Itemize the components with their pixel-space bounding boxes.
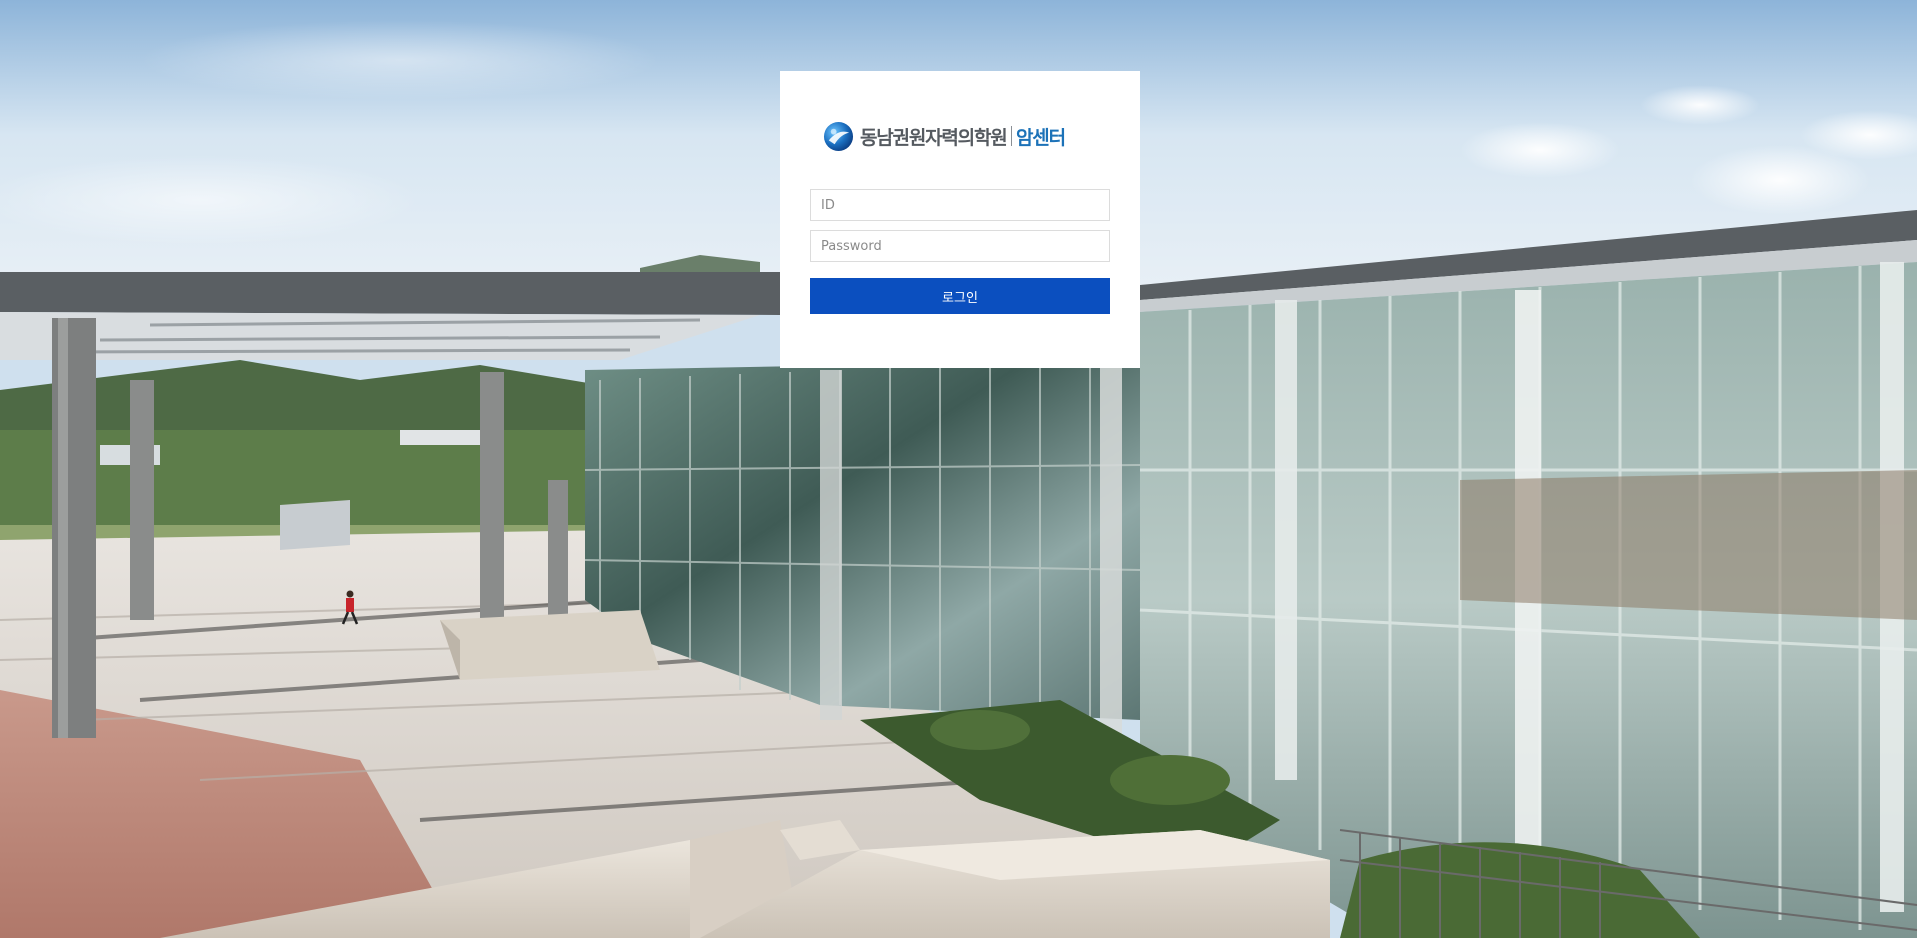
- login-page: 동남권원자력의학원 암센터 로그인: [0, 0, 1917, 938]
- password-input[interactable]: [810, 230, 1110, 262]
- logo: 동남권원자력의학원 암센터: [823, 119, 1066, 153]
- logo-separator: [1010, 126, 1013, 146]
- sphere-emblem-icon: [823, 121, 854, 151]
- login-card: 동남권원자력의학원 암센터 로그인: [780, 71, 1140, 368]
- login-button[interactable]: 로그인: [810, 278, 1110, 314]
- logo-name: 동남권원자력의학원: [860, 126, 1008, 149]
- id-input[interactable]: [810, 189, 1110, 221]
- logo-subtitle: 암센터: [1016, 126, 1066, 149]
